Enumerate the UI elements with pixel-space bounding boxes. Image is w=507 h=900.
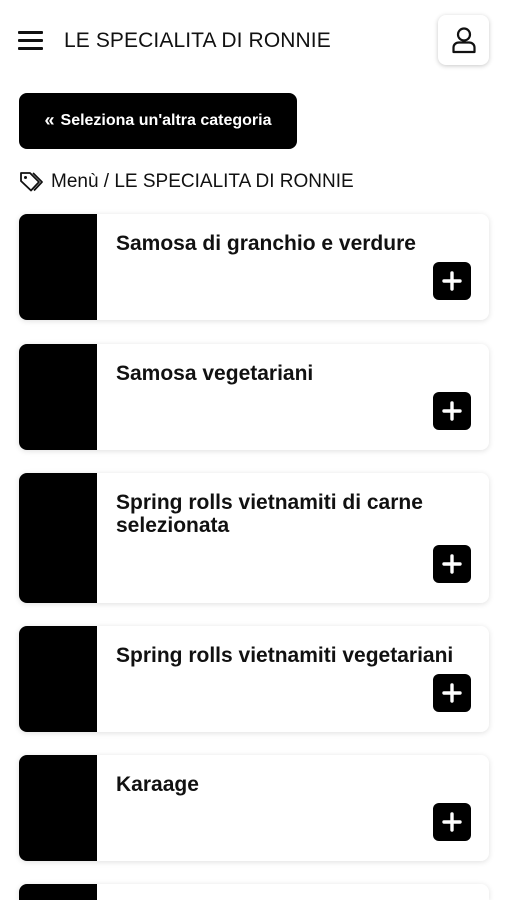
plus-icon [442, 271, 462, 291]
select-other-category-label: Seleziona un'altra categoria [60, 112, 272, 129]
product-name: Karaage [116, 773, 199, 796]
product-card[interactable]: Spring rolls vietnamiti di carne selezio… [19, 473, 489, 603]
product-image [19, 214, 97, 320]
app-header: LE SPECIALITA DI RONNIE [0, 0, 507, 82]
double-chevron-left-icon: « [44, 110, 55, 130]
add-to-cart-button[interactable] [433, 392, 471, 430]
add-to-cart-button[interactable] [433, 545, 471, 583]
hamburger-icon[interactable] [18, 29, 44, 53]
breadcrumb-text: Menù / LE SPECIALITA DI RONNIE [51, 171, 354, 192]
product-card[interactable] [19, 884, 489, 900]
product-name: Samosa di granchio e verdure [116, 232, 416, 255]
plus-icon [442, 683, 462, 703]
page-title: LE SPECIALITA DI RONNIE [64, 29, 331, 52]
product-card[interactable]: Karaage [19, 755, 489, 861]
add-to-cart-button[interactable] [433, 803, 471, 841]
product-name: Samosa vegetariani [116, 362, 314, 385]
plus-icon [442, 554, 462, 574]
select-other-category-button[interactable]: « Seleziona un'altra categoria [19, 93, 297, 149]
tag-icon [20, 172, 43, 192]
product-image [19, 884, 97, 900]
product-image [19, 755, 97, 861]
product-name: Spring rolls vietnamiti di carne selezio… [116, 491, 423, 537]
product-name: Spring rolls vietnamiti vegetariani [116, 644, 454, 667]
plus-icon [442, 812, 462, 832]
product-card[interactable]: Spring rolls vietnamiti vegetariani [19, 626, 489, 732]
product-card[interactable]: Samosa di granchio e verdure [19, 214, 489, 320]
user-icon [451, 27, 476, 54]
product-card[interactable]: Samosa vegetariani [19, 344, 489, 450]
breadcrumb: Menù / LE SPECIALITA DI RONNIE [19, 170, 354, 194]
plus-icon [442, 401, 462, 421]
user-account-button[interactable] [438, 15, 489, 65]
product-image [19, 626, 97, 732]
add-to-cart-button[interactable] [433, 262, 471, 300]
add-to-cart-button[interactable] [433, 674, 471, 712]
product-image [19, 344, 97, 450]
product-image [19, 473, 97, 603]
